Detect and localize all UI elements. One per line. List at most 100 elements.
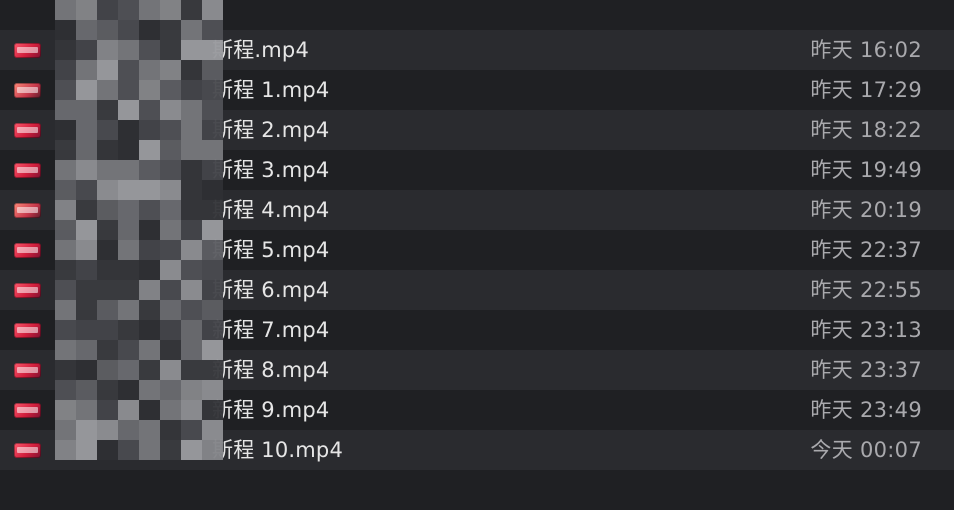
- mosaic-tile: [97, 100, 118, 120]
- file-name[interactable]: 斯程.mp4: [212, 37, 309, 63]
- mosaic-tile: [76, 320, 97, 340]
- mosaic-tile: [139, 320, 160, 340]
- mosaic-tile: [97, 320, 118, 340]
- mosaic-tile: [55, 340, 76, 360]
- mosaic-tile: [181, 420, 202, 440]
- mosaic-tile: [181, 280, 202, 300]
- mosaic-tile: [118, 260, 139, 280]
- mosaic-tile: [160, 300, 181, 320]
- mosaic-tile: [76, 420, 97, 440]
- mosaic-tile: [118, 360, 139, 380]
- file-name[interactable]: 斯程 3.mp4: [212, 157, 329, 183]
- mosaic-tile: [139, 300, 160, 320]
- mosaic-tile: [76, 0, 97, 20]
- mosaic-tile: [118, 340, 139, 360]
- mosaic-tile: [118, 380, 139, 400]
- mosaic-tile: [160, 240, 181, 260]
- mosaic-tile: [139, 120, 160, 140]
- mosaic-tile: [76, 440, 97, 460]
- mosaic-tile: [160, 60, 181, 80]
- mosaic-tile: [76, 180, 97, 200]
- mosaic-tile: [181, 100, 202, 120]
- mosaic-tile: [139, 160, 160, 180]
- mosaic-tile: [160, 340, 181, 360]
- file-date: 昨天 17:29: [810, 78, 922, 102]
- file-name[interactable]: 斯程 10.mp4: [212, 437, 343, 463]
- file-row[interactable]: [0, 470, 954, 510]
- mosaic-tile: [202, 140, 223, 160]
- mosaic-tile: [55, 200, 76, 220]
- mosaic-tile: [139, 180, 160, 200]
- mosaic-tile: [118, 300, 139, 320]
- mosaic-tile: [97, 300, 118, 320]
- file-date: 昨天 22:37: [810, 238, 922, 262]
- file-name[interactable]: 斯程 6.mp4: [212, 277, 329, 303]
- mosaic-tile: [97, 0, 118, 20]
- mosaic-tile: [139, 440, 160, 460]
- mosaic-tile: [55, 80, 76, 100]
- mosaic-tile: [118, 60, 139, 80]
- mosaic-tile: [181, 400, 202, 420]
- mosaic-tile: [97, 60, 118, 80]
- mosaic-tile: [181, 360, 202, 380]
- mosaic-tile: [118, 40, 139, 60]
- mosaic-tile: [202, 380, 223, 400]
- mosaic-tile: [139, 0, 160, 20]
- mosaic-tile: [139, 20, 160, 40]
- mosaic-tile: [97, 180, 118, 200]
- file-date: 昨天 19:49: [810, 158, 922, 182]
- file-name[interactable]: 新程 8.mp4: [212, 357, 329, 383]
- file-name[interactable]: 斯程 1.mp4: [212, 77, 329, 103]
- mosaic-tile: [76, 280, 97, 300]
- mosaic-tile: [202, 320, 223, 340]
- mosaic-tile: [139, 380, 160, 400]
- mosaic-tile: [160, 140, 181, 160]
- mosaic-tile: [160, 420, 181, 440]
- file-name[interactable]: 斯程 4.mp4: [212, 197, 329, 223]
- mosaic-tile: [181, 180, 202, 200]
- mosaic-tile: [55, 360, 76, 380]
- mosaic-tile: [76, 120, 97, 140]
- mosaic-tile: [97, 260, 118, 280]
- mosaic-tile: [202, 240, 223, 260]
- mosaic-tile: [139, 200, 160, 220]
- mosaic-tile: [55, 240, 76, 260]
- mosaic-tile: [202, 340, 223, 360]
- mosaic-tile: [181, 260, 202, 280]
- mosaic-tile: [139, 80, 160, 100]
- file-name[interactable]: 新程 7.mp4: [212, 317, 329, 343]
- mosaic-tile: [139, 260, 160, 280]
- mosaic-tile: [76, 80, 97, 100]
- mosaic-tile: [118, 160, 139, 180]
- file-date: 昨天 23:13: [810, 318, 922, 342]
- file-name[interactable]: 斯程 5.mp4: [212, 237, 329, 263]
- mosaic-tile: [160, 260, 181, 280]
- mosaic-tile: [118, 80, 139, 100]
- mosaic-tile: [181, 200, 202, 220]
- mosaic-tile: [160, 80, 181, 100]
- mosaic-tile: [76, 40, 97, 60]
- mosaic-tile: [160, 100, 181, 120]
- file-date: 昨天 20:19: [810, 198, 922, 222]
- file-date: 昨天 16:02: [810, 38, 922, 62]
- video-thumbnail-icon: [14, 123, 41, 138]
- mosaic-tile: [55, 140, 76, 160]
- mosaic-tile: [160, 40, 181, 60]
- mosaic-tile: [202, 0, 223, 20]
- mosaic-tile: [55, 220, 76, 240]
- mosaic-tile: [118, 0, 139, 20]
- privacy-mask-pixelation: [55, 0, 223, 460]
- video-thumbnail-icon: [14, 443, 41, 458]
- mosaic-tile: [55, 160, 76, 180]
- mosaic-tile: [181, 60, 202, 80]
- mosaic-tile: [181, 80, 202, 100]
- video-thumbnail-icon: [14, 403, 41, 418]
- mosaic-tile: [118, 240, 139, 260]
- mosaic-tile: [160, 160, 181, 180]
- mosaic-tile: [160, 220, 181, 240]
- video-thumbnail-icon: [14, 203, 41, 218]
- file-name[interactable]: 新程 9.mp4: [212, 397, 329, 423]
- mosaic-tile: [55, 420, 76, 440]
- mosaic-tile: [76, 260, 97, 280]
- file-name[interactable]: 斯程 2.mp4: [212, 117, 329, 143]
